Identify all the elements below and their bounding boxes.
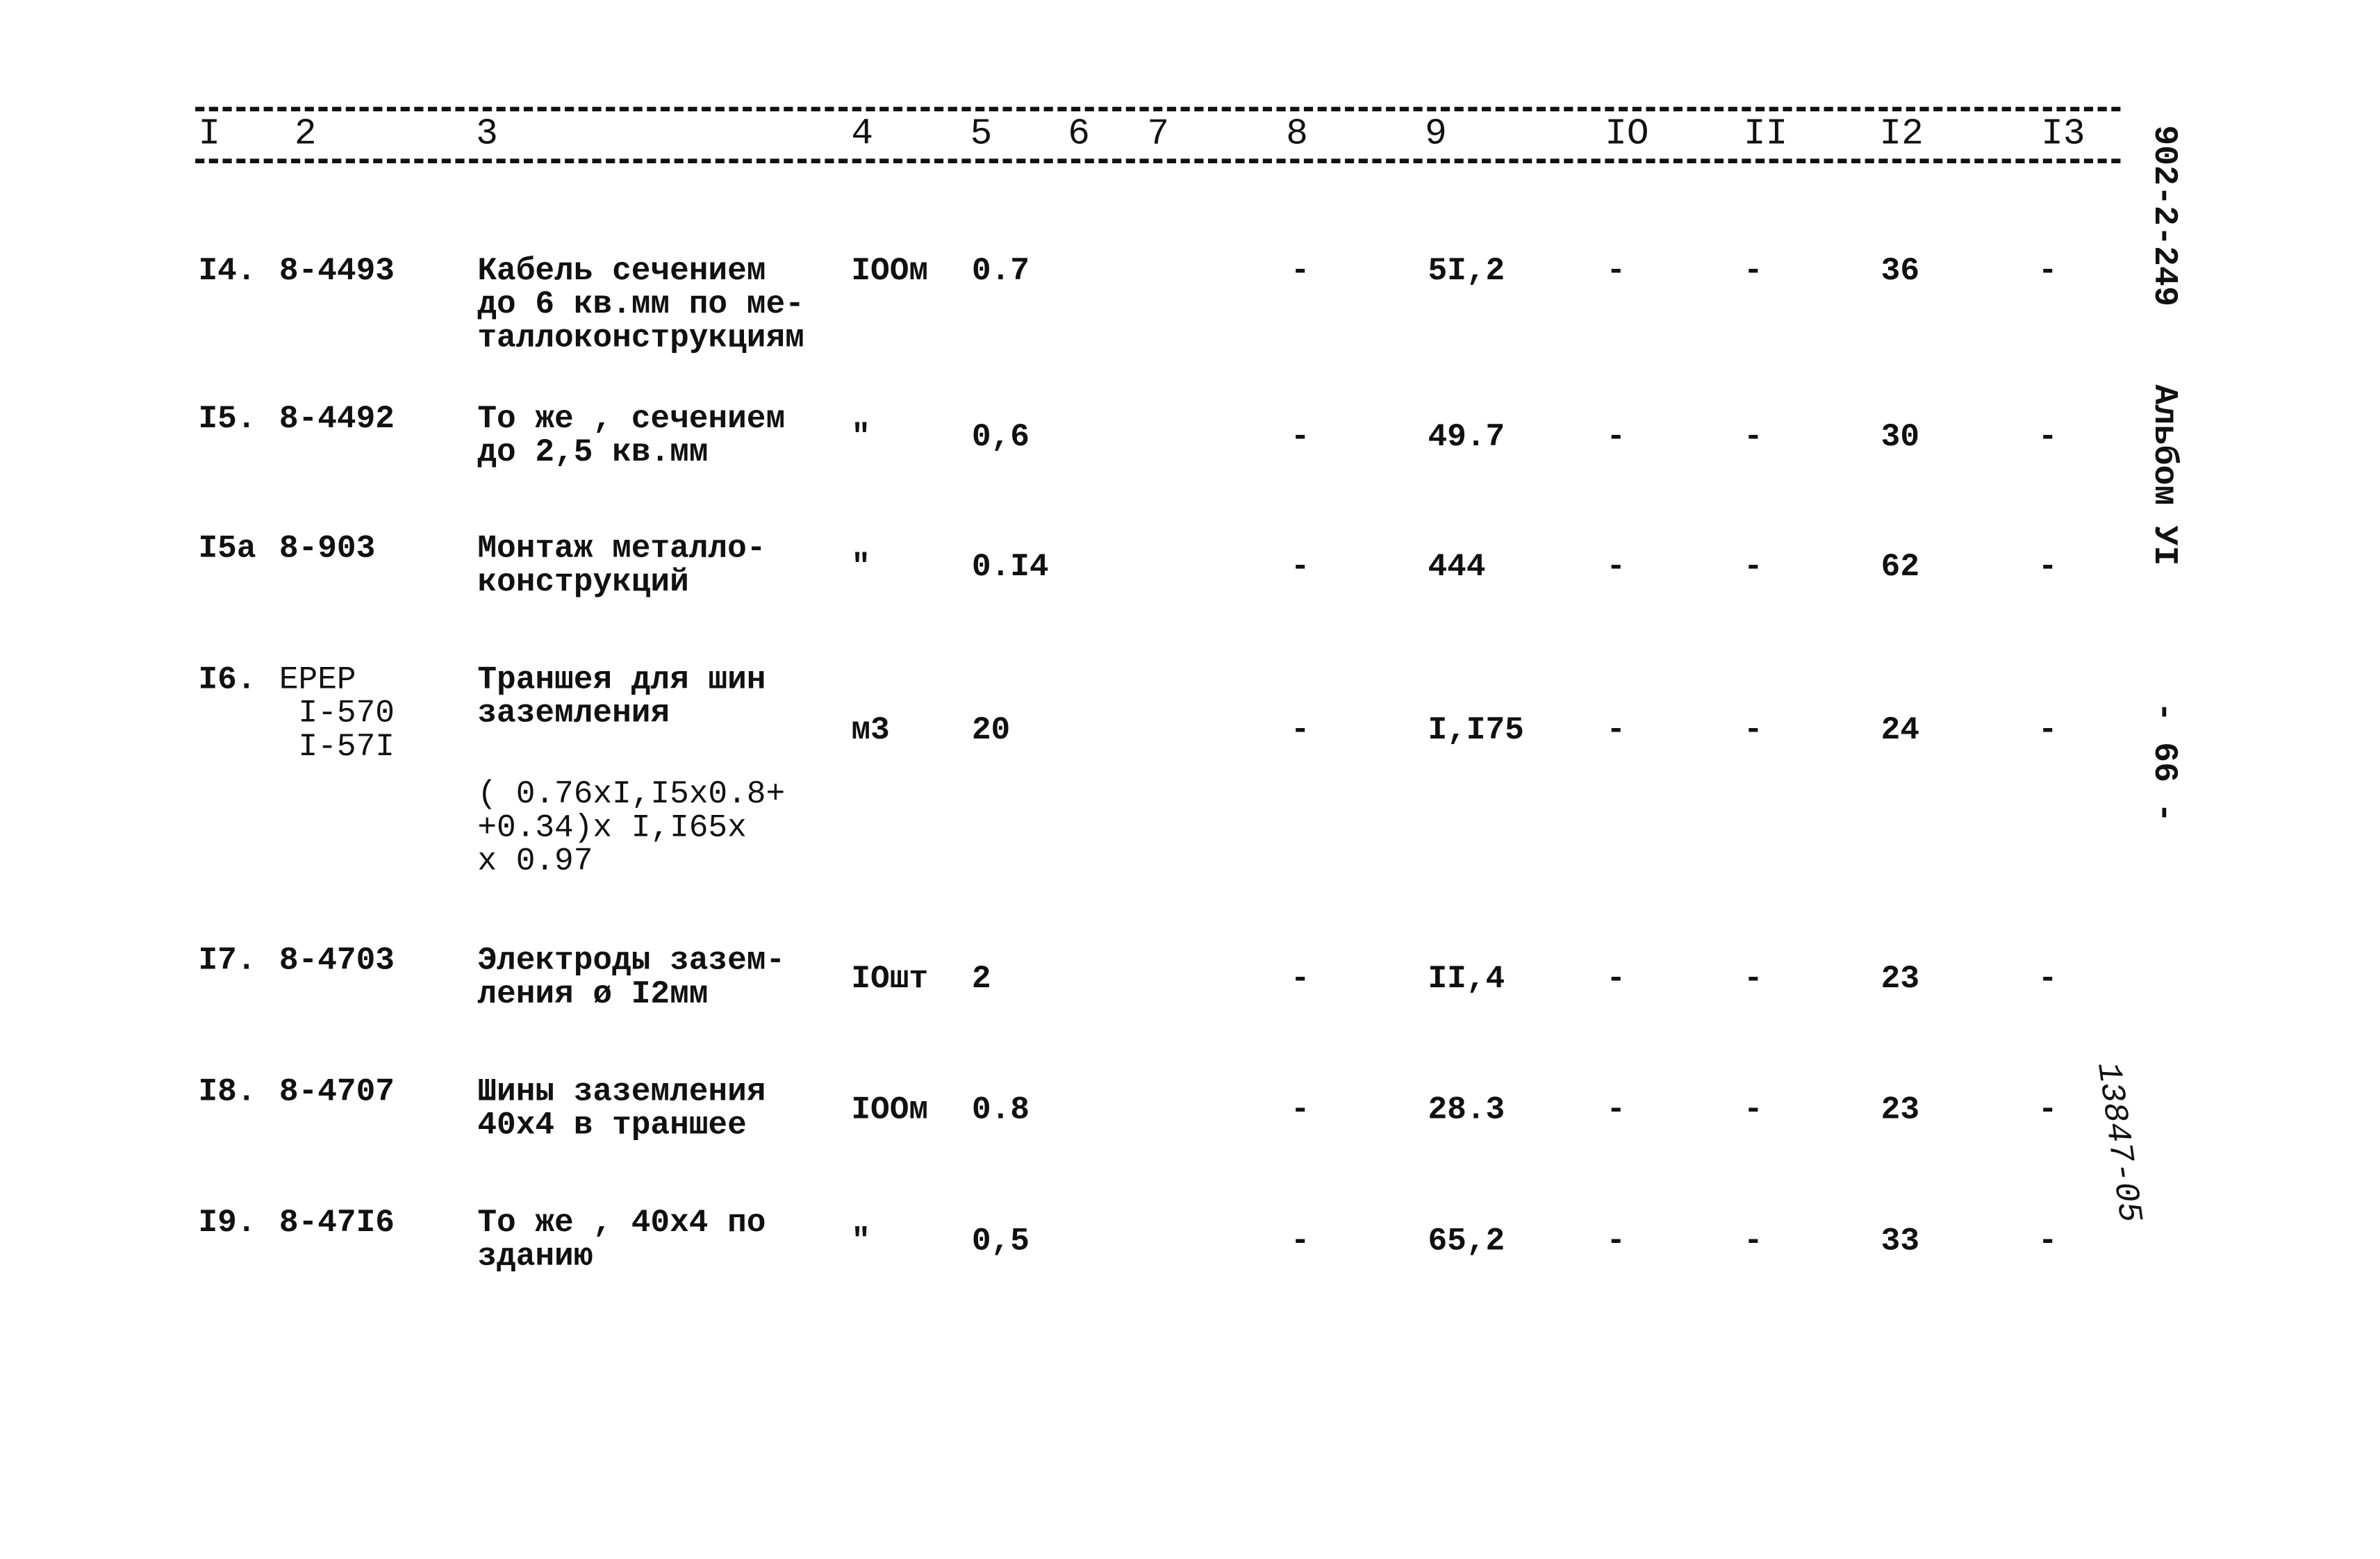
cell-c12: 24: [1881, 713, 1920, 750]
cell-c9: 444: [1428, 550, 1486, 586]
cell-unit: ": [851, 1225, 871, 1260]
cell-c13: -: [2038, 421, 2058, 456]
cell-c13: -: [2038, 1225, 2058, 1260]
cell-qty: 2: [971, 962, 991, 998]
cell-desc: Кабель сечением до 6 кв.мм по ме- таллок…: [477, 254, 804, 357]
cell-c13: -: [2038, 713, 2058, 750]
cell-unit: ": [851, 550, 871, 586]
cell-qty: 0,5: [971, 1225, 1030, 1260]
header-top-rule: [195, 106, 2121, 112]
header-bottom-rule: [195, 158, 2121, 163]
cell-c8: -: [1290, 713, 1310, 750]
column-header: IO: [1605, 114, 1649, 156]
cell-desc: Монтаж металло- конструкций: [477, 532, 766, 602]
column-header: 3: [476, 114, 498, 156]
cell-code: ЕРЕР I-570 I-57I: [279, 663, 395, 766]
cell-num: I5.: [198, 402, 256, 438]
cell-qty: 0,6: [971, 421, 1030, 456]
cell-num: I8.: [198, 1075, 256, 1111]
cell-c8: -: [1290, 254, 1310, 290]
column-header: II: [1744, 114, 1788, 156]
cell-c13: -: [2038, 1094, 2058, 1130]
cell-desc: Электроды зазем- ления ø I2мм: [477, 944, 786, 1014]
cell-code: 8-4707: [279, 1075, 395, 1111]
cell-code: 8-4703: [279, 944, 395, 980]
cell-num: I4.: [198, 254, 256, 290]
cell-c12: 23: [1881, 962, 1920, 998]
column-header: 6: [1068, 114, 1090, 156]
cell-c10: -: [1606, 962, 1626, 998]
column-header: I3: [2041, 114, 2085, 156]
doc-code: 902-2-249: [2145, 125, 2183, 307]
cell-c11: -: [1744, 962, 1763, 998]
column-header: I2: [1879, 114, 1924, 156]
column-header: 4: [851, 114, 874, 156]
cell-c8: -: [1290, 962, 1310, 998]
cell-desc: То же , 40x4 по зданию: [477, 1207, 766, 1276]
cell-qty: 20: [971, 713, 1011, 750]
cell-c12: 62: [1881, 550, 1920, 586]
cell-unit: ": [851, 421, 871, 456]
document-page: I 2 3 4 5 6 7 8 9 IO II I2 I3 I4. 8-4493 Кабель сечени…: [0, 0, 2380, 1559]
cell-c11: -: [1744, 713, 1763, 750]
cell-c13: -: [2038, 550, 2058, 586]
cell-c9: 65,2: [1428, 1225, 1505, 1260]
cell-c11: -: [1744, 1094, 1763, 1130]
cell-c11: -: [1744, 421, 1763, 456]
album-label: Альбом УI: [2145, 384, 2183, 566]
cell-c13: -: [2038, 962, 2058, 998]
cell-code: 8-903: [279, 532, 376, 568]
cell-unit: IOшт: [851, 962, 929, 998]
cell-c10: -: [1606, 254, 1626, 290]
cell-unit: м3: [851, 713, 890, 750]
cell-c11: -: [1744, 550, 1763, 586]
cell-c12: 23: [1881, 1094, 1920, 1130]
column-header: 7: [1147, 114, 1170, 156]
cell-c8: -: [1290, 550, 1310, 586]
cell-num: I6.: [198, 663, 256, 699]
cell-unit: IOOм: [851, 1094, 929, 1130]
cell-num: I5а: [198, 532, 256, 568]
cell-num: I9.: [198, 1207, 256, 1242]
cell-code: 8-4493: [279, 254, 395, 290]
cell-formula: ( 0.76xI,I5x0.8+ +0.34)x I,I65x x 0.97: [477, 777, 786, 881]
cell-c12: 33: [1881, 1225, 1920, 1260]
cell-c9: 5I,2: [1428, 254, 1505, 290]
cell-desc: Траншея для шин заземления: [477, 663, 766, 733]
cell-c9: I,I75: [1428, 713, 1524, 750]
cell-desc: Шины заземления 40x4 в траншее: [477, 1075, 766, 1145]
cell-num: I7.: [198, 944, 256, 980]
column-header: 9: [1425, 114, 1447, 156]
cell-qty: 0.I4: [971, 550, 1049, 586]
cell-c12: 30: [1881, 421, 1920, 456]
cell-c10: -: [1606, 1094, 1626, 1130]
cell-c12: 36: [1881, 254, 1920, 290]
cell-c8: -: [1290, 1225, 1310, 1260]
page-number: - 66 -: [2145, 702, 2183, 823]
cell-c9: II,4: [1428, 962, 1505, 998]
cell-qty: 0.7: [971, 254, 1030, 290]
cell-c10: -: [1606, 1225, 1626, 1260]
cell-c13: -: [2038, 254, 2058, 290]
cell-unit: IOOм: [851, 254, 929, 290]
cell-c8: -: [1290, 421, 1310, 456]
cell-c11: -: [1744, 1225, 1763, 1260]
cell-code: 8-47I6: [279, 1207, 395, 1242]
cell-c9: 28.3: [1428, 1094, 1505, 1130]
cell-c10: -: [1606, 713, 1626, 750]
column-header: 2: [294, 114, 317, 156]
cell-c10: -: [1606, 421, 1626, 456]
cell-c9: 49.7: [1428, 421, 1505, 456]
cell-c10: -: [1606, 550, 1626, 586]
column-header: 8: [1286, 114, 1308, 156]
column-header: 5: [970, 114, 993, 156]
cell-code: 8-4492: [279, 402, 395, 438]
column-header: I: [198, 114, 221, 156]
stamp-number: 13847-05: [2088, 1059, 2149, 1226]
cell-desc: То же , сечением до 2,5 кв.мм: [477, 402, 786, 472]
cell-qty: 0.8: [971, 1094, 1030, 1130]
cell-c8: -: [1290, 1094, 1310, 1130]
cell-c11: -: [1744, 254, 1763, 290]
